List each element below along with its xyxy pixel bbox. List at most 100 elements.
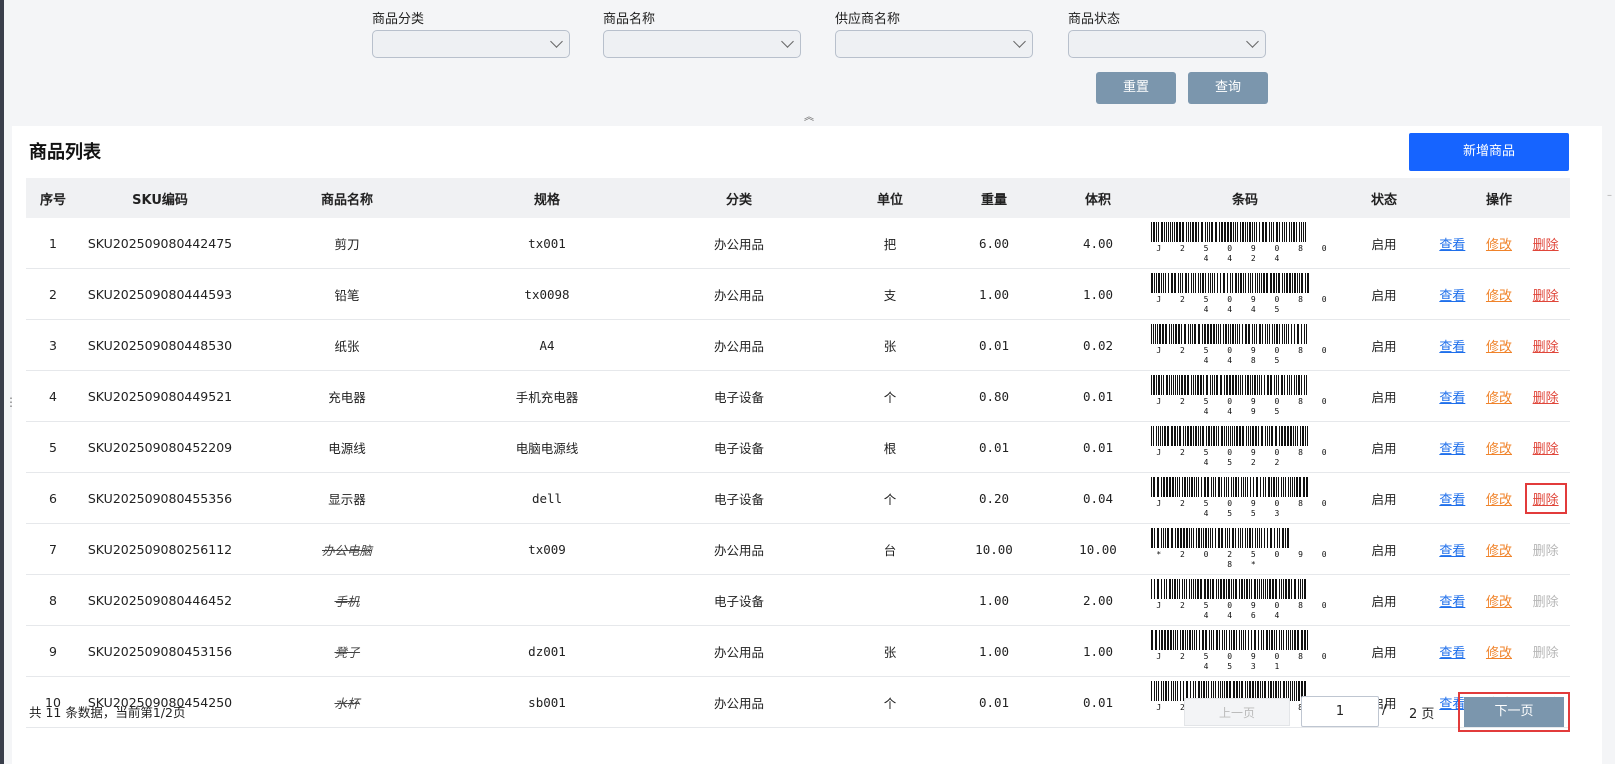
edit-link[interactable]: 修改 [1480,638,1518,665]
view-link[interactable]: 查看 [1433,332,1471,359]
view-link[interactable]: 查看 [1433,434,1471,461]
cell-name: 办公电脑 [240,523,454,575]
barcode-text: J 2 5 0 9 0 8 0 4 5 5 3 [1156,499,1334,518]
cell-sku: SKU202509080452209 [80,421,240,473]
cell-status: 启用 [1340,472,1428,524]
table-header-row: 序号 SKU编码 商品名称 规格 分类 单位 重量 体积 条码 状态 操作 [26,178,1570,218]
delete-link[interactable]: 删除 [1524,482,1567,514]
edit-link[interactable]: 修改 [1480,332,1518,359]
edit-link[interactable]: 修改 [1480,485,1518,512]
cell-volume: 0.02 [1046,319,1150,371]
table-row: 5 SKU202509080452209 电源线 电脑电源线 电子设备根 0.01 0.01… [26,421,1570,473]
collapse-up-icon[interactable]: ︽ [804,113,814,123]
delete-link[interactable]: 删除 [1527,230,1565,257]
cell-weight: 10.00 [942,523,1046,575]
product-name-select[interactable] [603,30,801,58]
cell-barcode: J 2 5 0 9 0 8 0 4 4 6 4 [1150,574,1340,626]
cell-status: 启用 [1340,319,1428,371]
cell-sku: SKU202509080256112 [80,523,240,575]
product-name: 纸张 [334,338,360,354]
col-header: 单位 [838,178,942,218]
barcode-bars [1151,222,1306,242]
delete-link[interactable]: 删除 [1527,434,1565,461]
col-header: 序号 [26,178,80,218]
view-link[interactable]: 查看 [1433,485,1471,512]
table-row: 7 SKU202509080256112 办公电脑 tx009 办公用品台 10.00 10… [26,523,1570,575]
cell-category: 电子设备 [640,472,838,524]
product-name: 办公电脑 [321,542,372,558]
barcode-bars [1151,579,1306,599]
barcode-image: J 2 5 0 9 0 8 0 4 5 5 3 [1151,477,1339,519]
cell-unit: 张 [838,319,942,371]
cell-category: 办公用品 [640,523,838,575]
cell-volume: 0.01 [1046,676,1150,728]
cell-spec: 电脑电源线 [454,421,640,473]
cell-sku: SKU202509080448530 [80,319,240,371]
next-page-button[interactable]: 下一页 [1464,697,1564,727]
page-separator: / [1382,703,1387,718]
barcode-image: J 2 5 0 9 0 8 0 4 4 6 4 [1151,579,1339,621]
query-button[interactable]: 查询 [1188,72,1268,104]
cell-volume: 1.00 [1046,268,1150,320]
cell-barcode: J 2 5 0 9 0 8 0 4 4 4 5 [1150,268,1340,320]
cell-status: 启用 [1340,523,1428,575]
view-link[interactable]: 查看 [1433,383,1471,410]
delete-link[interactable]: 删除 [1527,383,1565,410]
supplier-select[interactable] [835,30,1033,58]
delete-link: 删除 [1532,594,1559,610]
edit-link[interactable]: 修改 [1480,383,1518,410]
cell-actions: 查看修改删除 [1428,268,1570,320]
total-pages: 2 页 [1409,707,1435,722]
barcode-image: J 2 5 0 9 0 8 0 4 5 2 2 [1151,426,1339,468]
view-link[interactable]: 查看 [1433,536,1471,563]
barcode-bars [1151,273,1309,293]
cell-volume: 1.00 [1046,625,1150,677]
cell-status: 启用 [1340,574,1428,626]
chevron-down-icon [550,35,563,48]
reset-button[interactable]: 重置 [1096,72,1176,104]
edit-link[interactable]: 修改 [1480,587,1518,614]
product-name: 剪刀 [334,236,360,252]
cell-spec [454,574,640,626]
edit-link[interactable]: 修改 [1480,281,1518,308]
cell-weight: 1.00 [942,625,1046,677]
cell-volume: 0.01 [1046,370,1150,422]
edit-link[interactable]: 修改 [1480,536,1518,563]
view-link[interactable]: 查看 [1433,587,1471,614]
edit-link[interactable]: 修改 [1480,434,1518,461]
barcode-image: J 2 5 0 9 0 8 0 4 4 4 5 [1151,273,1339,315]
cell-name: 手机 [240,574,454,626]
delete-link[interactable]: 删除 [1527,281,1565,308]
delete-link[interactable]: 删除 [1527,332,1565,359]
barcode-image: * 2 0 2 5 0 9 0 8 * [1151,528,1339,570]
category-select[interactable] [372,30,570,58]
table-row: 6 SKU202509080455356 显示器 dell 电子设备个 0.20 0.04 J… [26,472,1570,524]
page-title: 商品列表 [29,142,101,163]
chevron-down-icon [781,35,794,48]
product-list-card: 商品列表 新增商品 序号 SKU编码 商品名称 规格 分类 单位 重量 体积 条… [12,126,1602,764]
barcode-text: J 2 5 0 9 0 8 0 4 4 9 5 [1156,397,1334,416]
cell-barcode: J 2 5 0 9 0 8 0 4 4 2 4 [1150,218,1340,269]
cell-name: 纸张 [240,319,454,371]
cell-volume: 2.00 [1046,574,1150,626]
page-number-input[interactable]: 1 [1301,696,1379,727]
view-link[interactable]: 查看 [1433,638,1471,665]
barcode-text: J 2 5 0 9 0 8 0 4 4 6 4 [1156,601,1334,620]
product-name: 铅笔 [334,287,360,303]
cell-actions: 查看修改删除 [1428,472,1570,524]
barcode-image: J 2 5 0 9 0 8 0 4 4 2 4 [1151,222,1339,264]
cell-sku: SKU202509080446452 [80,574,240,626]
prev-page-button[interactable]: 上一页 [1184,698,1290,726]
cell-barcode: J 2 5 0 9 0 8 0 4 5 5 3 [1150,472,1340,524]
cell-actions: 查看修改删除 [1428,523,1570,575]
barcode-bars [1151,477,1308,497]
view-link[interactable]: 查看 [1433,281,1471,308]
view-link[interactable]: 查看 [1433,230,1471,257]
edit-link[interactable]: 修改 [1480,230,1518,257]
cell-sku: SKU202509080449521 [80,370,240,422]
cell-barcode: J 2 5 0 9 0 8 0 4 4 8 5 [1150,319,1340,371]
product-name: 显示器 [328,491,366,507]
status-select[interactable] [1068,30,1266,58]
add-product-button[interactable]: 新增商品 [1409,133,1569,171]
cell-unit: 张 [838,625,942,677]
